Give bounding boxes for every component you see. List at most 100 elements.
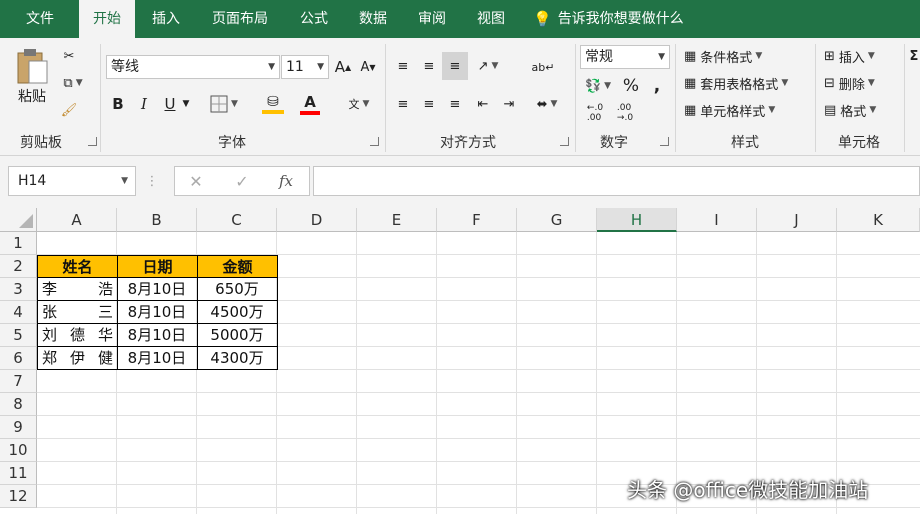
formula-input[interactable] — [313, 166, 920, 196]
row-header-6[interactable]: 6 — [0, 347, 37, 370]
table-cell-amount[interactable]: 4500万 — [197, 301, 278, 324]
table-header-cell[interactable]: 日期 — [117, 255, 198, 278]
column-header-g[interactable]: G — [517, 208, 597, 232]
increase-decimal-icon[interactable]: ←.0.00 — [582, 102, 608, 124]
row-header-1[interactable]: 1 — [0, 232, 37, 255]
column-header-c[interactable]: C — [197, 208, 277, 232]
italic-button[interactable]: I — [134, 93, 154, 115]
bold-button[interactable]: B — [108, 93, 128, 115]
wrap-text-icon[interactable]: ab↵ — [532, 55, 555, 79]
conditional-formatting-button[interactable]: ▦ 条件格式 ▼ — [684, 45, 784, 67]
column-header-f[interactable]: F — [437, 208, 517, 232]
phonetic-guide-button[interactable]: 文 ▼ — [342, 93, 376, 115]
cell-styles-button[interactable]: ▦ 单元格样式 ▼ — [684, 99, 796, 121]
table-cell-amount[interactable]: 650万 — [197, 278, 278, 301]
decrease-indent-icon[interactable]: ⇤ — [472, 93, 494, 115]
tab-file[interactable]: 文件 — [10, 0, 70, 38]
column-header-d[interactable]: D — [277, 208, 357, 232]
column-header-a[interactable]: A — [37, 208, 117, 232]
row-header-12[interactable]: 12 — [0, 485, 37, 508]
number-format-select[interactable]: 常规 ▼ — [580, 45, 670, 69]
tab-page-layout[interactable]: 页面布局 — [200, 0, 280, 38]
column-header-k[interactable]: K — [837, 208, 920, 232]
tab-data[interactable]: 数据 — [348, 0, 398, 38]
paste-label[interactable]: 粘贴 — [10, 86, 54, 106]
table-cell-name[interactable]: 郑伊健 — [37, 347, 118, 370]
increase-indent-icon[interactable]: ⇥ — [498, 93, 520, 115]
autosum-icon[interactable]: Σ — [908, 45, 920, 67]
row-header-4[interactable]: 4 — [0, 301, 37, 324]
table-cell-date[interactable]: 8月10日 — [117, 278, 198, 301]
tab-insert[interactable]: 插入 — [140, 0, 192, 38]
row-header-2[interactable]: 2 — [0, 255, 37, 278]
table-cell-date[interactable]: 8月10日 — [117, 347, 198, 370]
comma-style-button[interactable]: , — [648, 75, 666, 97]
format-painter-icon[interactable]: 🖌 — [58, 100, 80, 120]
column-header-h[interactable]: H — [597, 208, 677, 232]
borders-button[interactable]: ▼ — [205, 93, 243, 115]
merge-center-icon[interactable]: ⬌ ▼ — [530, 93, 564, 115]
table-cell-amount[interactable]: 5000万 — [197, 324, 278, 347]
table-cell-name[interactable]: 李浩 — [37, 278, 118, 301]
align-bottom-icon[interactable]: ≡ — [442, 52, 468, 80]
decrease-decimal-icon[interactable]: .00 →.0 — [612, 102, 638, 124]
font-size-select[interactable]: 11 ▼ — [281, 55, 329, 79]
copy-icon[interactable]: ⧉ ▼ — [58, 73, 88, 93]
table-cell-date[interactable]: 8月10日 — [117, 301, 198, 324]
delete-cells-button[interactable]: ⊟ 删除 ▼ — [824, 72, 890, 94]
clipboard-launcher-icon[interactable] — [88, 137, 97, 146]
percent-style-button[interactable]: % — [620, 75, 642, 97]
column-header-i[interactable]: I — [677, 208, 757, 232]
table-header-cell[interactable]: 姓名 — [37, 255, 118, 278]
cut-icon[interactable]: ✂ — [58, 46, 80, 66]
align-center-icon[interactable]: ≡ — [418, 93, 440, 115]
enter-icon[interactable]: ✓ — [231, 170, 253, 192]
insert-function-icon[interactable]: fx — [275, 170, 297, 192]
name-box[interactable]: H14 ▼ — [8, 166, 136, 196]
underline-dropdown-icon[interactable]: ▼ — [180, 93, 192, 115]
underline-button[interactable]: U — [160, 93, 180, 115]
paste-button[interactable] — [14, 46, 50, 86]
font-launcher-icon[interactable] — [370, 137, 379, 146]
fill-color-button[interactable]: ⛁ — [254, 91, 292, 117]
align-left-icon[interactable]: ≡ — [392, 93, 414, 115]
column-header-b[interactable]: B — [117, 208, 197, 232]
cancel-icon[interactable]: ✕ — [185, 170, 207, 192]
align-right-icon[interactable]: ≡ — [444, 93, 466, 115]
grow-font-button[interactable]: A ▲ — [333, 57, 353, 77]
format-as-table-button[interactable]: ▦ 套用表格格式 ▼ — [684, 72, 810, 94]
row-header-11[interactable]: 11 — [0, 462, 37, 485]
formula-buttons: ✕ ✓ fx — [174, 166, 310, 196]
tab-formulas[interactable]: 公式 — [290, 0, 338, 38]
row-header-9[interactable]: 9 — [0, 416, 37, 439]
table-cell-name[interactable]: 张三 — [37, 301, 118, 324]
tab-home[interactable]: 开始 — [79, 0, 135, 38]
table-cell-name[interactable]: 刘德华 — [37, 324, 118, 347]
select-all-corner[interactable] — [0, 208, 37, 232]
align-top-icon[interactable]: ≡ — [392, 55, 414, 77]
worksheet-grid[interactable]: ABCDEFGHIJK 1 2 3 4 5 6 7 8 9 10 11 12 姓名 日期 金额 李浩 8月10… — [0, 208, 920, 514]
align-middle-icon[interactable]: ≡ — [418, 55, 440, 77]
row-header-10[interactable]: 10 — [0, 439, 37, 462]
table-header-cell[interactable]: 金额 — [197, 255, 278, 278]
tell-me-search[interactable]: 💡 告诉我你想要做什么 — [533, 0, 684, 38]
row-header-5[interactable]: 5 — [0, 324, 37, 347]
tab-view[interactable]: 视图 — [466, 0, 516, 38]
column-header-j[interactable]: J — [757, 208, 837, 232]
shrink-font-button[interactable]: A ▼ — [358, 57, 378, 77]
row-header-8[interactable]: 8 — [0, 393, 37, 416]
table-cell-date[interactable]: 8月10日 — [117, 324, 198, 347]
orientation-icon[interactable]: ↗ ▼ — [472, 55, 504, 77]
row-header-3[interactable]: 3 — [0, 278, 37, 301]
format-cells-button[interactable]: ▤ 格式 ▼ — [824, 99, 890, 121]
insert-cells-button[interactable]: ⊞ 插入 ▼ — [824, 45, 890, 67]
table-cell-amount[interactable]: 4300万 — [197, 347, 278, 370]
font-color-button[interactable]: A — [294, 91, 326, 117]
font-name-select[interactable]: 等线 ▼ — [106, 55, 280, 79]
row-header-7[interactable]: 7 — [0, 370, 37, 393]
alignment-launcher-icon[interactable] — [560, 137, 569, 146]
accounting-format-icon[interactable]: 💱 ▼ — [582, 75, 614, 97]
tab-review[interactable]: 审阅 — [407, 0, 457, 38]
column-header-e[interactable]: E — [357, 208, 437, 232]
number-launcher-icon[interactable] — [660, 137, 669, 146]
